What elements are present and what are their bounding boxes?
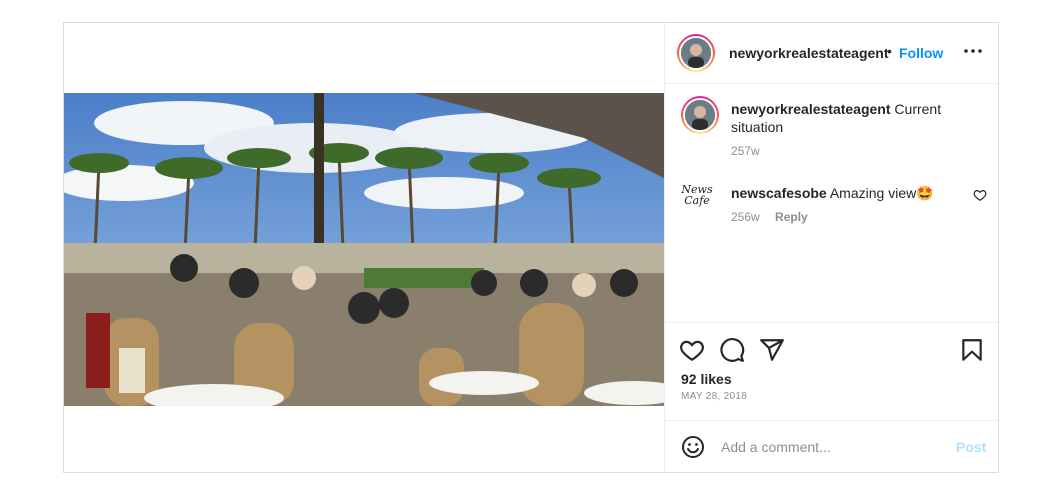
comments-section: newyorkrealestateagent Current situation… (665, 84, 998, 322)
post-date: MAY 28, 2018 (681, 391, 748, 402)
author-username[interactable]: newyorkrealestateagent (729, 45, 889, 61)
comment-like-heart-icon[interactable] (973, 188, 987, 202)
commenter-avatar-text-2: Cafe (684, 194, 710, 207)
post-header: newyorkrealestateagent • Follow (665, 23, 998, 84)
follow-button[interactable]: Follow (899, 45, 943, 61)
comment-input[interactable] (721, 435, 921, 459)
comment-icon[interactable] (719, 337, 745, 363)
share-icon[interactable] (759, 337, 785, 363)
author-photo (681, 38, 711, 68)
comment-text: Amazing view🤩 (829, 185, 934, 201)
author-avatar[interactable] (677, 34, 715, 72)
add-comment-bar: Post (665, 420, 998, 472)
caption-author-photo (685, 100, 715, 130)
bookmark-icon[interactable] (959, 337, 985, 363)
post-side-panel: newyorkrealestateagent • Follow newyorkr… (664, 23, 998, 472)
more-options-icon[interactable] (961, 39, 985, 63)
comment-meta: 256w Reply (731, 210, 808, 224)
post-card: newyorkrealestateagent • Follow newyorkr… (63, 22, 999, 473)
comment-row: News Cafe newscafesobe Amazing view🤩 256… (681, 180, 987, 230)
caption-avatar[interactable] (681, 96, 719, 134)
header-separator: • (887, 43, 892, 59)
comment-text-block: newscafesobe Amazing view🤩 (731, 184, 951, 202)
commenter-avatar[interactable]: News Cafe (681, 180, 713, 212)
caption-username[interactable]: newyorkrealestateagent (731, 101, 891, 117)
likes-count[interactable]: 92 likes (681, 371, 732, 387)
commenter-avatar-text-1: News (681, 183, 713, 196)
emoji-icon[interactable] (681, 435, 705, 459)
post-comment-button[interactable]: Post (956, 439, 986, 455)
post-photo[interactable] (64, 93, 664, 406)
beach-cafe-photo (64, 93, 664, 406)
heart-icon[interactable] (679, 337, 705, 363)
comment-time[interactable]: 256w (731, 210, 760, 224)
post-actions: 92 likes MAY 28, 2018 (665, 322, 998, 422)
caption-row: newyorkrealestateagent Current situation… (681, 96, 981, 166)
comment-username[interactable]: newscafesobe (731, 185, 827, 201)
reply-button[interactable]: Reply (775, 210, 808, 224)
caption-meta: 257w (731, 144, 760, 158)
caption-time[interactable]: 257w (731, 144, 760, 158)
caption-text-block: newyorkrealestateagent Current situation (731, 100, 951, 136)
post-media (64, 23, 664, 472)
